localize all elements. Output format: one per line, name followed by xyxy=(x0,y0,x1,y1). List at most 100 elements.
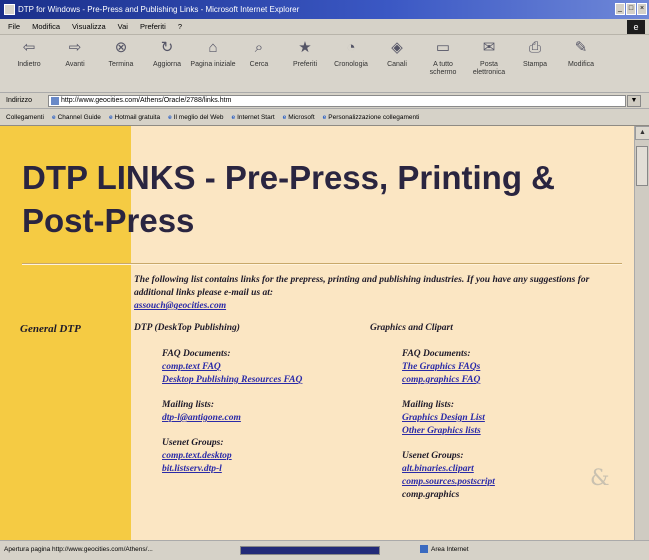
group-heading: Mailing lists: xyxy=(162,400,214,410)
toolbar-button-refresh[interactable]: ↻ Aggiorna xyxy=(144,35,190,91)
toolbar-button-label: Indietro xyxy=(17,61,41,68)
loading-progress-bar xyxy=(240,546,380,555)
toolbar-button-label: Termina xyxy=(108,61,134,68)
links-label: Collegamenti xyxy=(6,114,44,121)
toolbar-button-history[interactable]: ◔ Cronologia xyxy=(328,35,374,91)
maximize-button[interactable]: □ xyxy=(626,3,636,15)
group-spacer xyxy=(402,387,612,399)
menu-bar: File Modifica Visualizza Vai Preferiti ?… xyxy=(0,19,649,35)
menu-preferiti[interactable]: Preferiti xyxy=(140,19,166,34)
contact-email-link[interactable]: assouch@geocities.com xyxy=(134,301,226,311)
toolbar-button-label: Stampa xyxy=(522,61,548,68)
address-bar: Indirizzo http://www.geocities.com/Athen… xyxy=(0,93,649,109)
group-heading: Usenet Groups: xyxy=(402,451,464,461)
scroll-thumb[interactable] xyxy=(636,146,648,186)
forward-arrow-icon: ⇨ xyxy=(68,39,82,56)
page-viewport[interactable]: DTP LINKS - Pre-Press, Printing & Post-P… xyxy=(0,126,634,540)
mail-icon: ✉ xyxy=(482,39,496,56)
menu-file[interactable]: File xyxy=(8,19,20,34)
resource-link[interactable]: comp.graphics FAQ xyxy=(402,374,612,387)
toolbar-button-fullscreen[interactable]: ▭ A tutto schermo xyxy=(420,35,466,91)
favorites-icon: ★ xyxy=(298,39,312,56)
resource-link[interactable]: comp.sources.postscript xyxy=(402,476,612,489)
refresh-icon: ↻ xyxy=(160,39,174,56)
menu-modifica[interactable]: Modifica xyxy=(32,19,60,34)
window-controls: _ □ × xyxy=(615,3,647,15)
resource-link[interactable]: The Graphics FAQs xyxy=(402,361,612,374)
address-label: Indirizzo xyxy=(6,97,33,104)
toolbar-button-label: Preferiti xyxy=(292,61,318,68)
channels-icon: ◈ xyxy=(391,39,403,56)
intro-paragraph: The following list contains links for th… xyxy=(134,275,590,298)
resource-link[interactable]: comp.text.desktop xyxy=(162,450,372,463)
address-dropdown-button[interactable]: ▼ xyxy=(627,95,641,107)
dtp-link-column: FAQ Documents: comp.text FAQ Desktop Publi… xyxy=(162,348,372,476)
security-zone: Area Internet xyxy=(420,541,469,559)
toolbar-button-back-arrow[interactable]: ⇦ Indietro xyxy=(6,35,52,91)
toolbar-button-forward-arrow[interactable]: ⇨ Avanti xyxy=(52,35,98,91)
page-title: DTP LINKS - Pre-Press, Printing & Post-P… xyxy=(22,159,555,239)
page-icon xyxy=(51,97,59,105)
section-label-general-dtp: General DTP xyxy=(20,323,81,335)
back-arrow-icon: ⇦ xyxy=(22,39,36,56)
resource-link[interactable]: alt.binaries.clipart xyxy=(402,463,612,476)
graphics-link-column: FAQ Documents: The Graphics FAQs comp.grap… xyxy=(402,348,612,502)
edit-icon: ✎ xyxy=(574,39,588,56)
stop-icon: ⊗ xyxy=(114,39,128,56)
watermark-glyph-icon: & xyxy=(590,466,610,491)
resource-link[interactable]: dtp-l@antigone.com xyxy=(162,412,372,425)
status-bar: Apertura pagina http://www.geocities.com… xyxy=(0,540,649,560)
group-spacer xyxy=(162,425,372,437)
toolbar-button-home[interactable]: ⌂ Pagina iniziale xyxy=(190,35,236,91)
link-internet-start[interactable]: Internet Start xyxy=(231,109,275,125)
link-channel-guide[interactable]: Channel Guide xyxy=(52,109,101,125)
close-button[interactable]: × xyxy=(637,3,647,15)
minimize-button[interactable]: _ xyxy=(615,3,625,15)
link-microsoft[interactable]: Microsoft xyxy=(283,109,314,125)
resource-link[interactable]: comp.text FAQ xyxy=(162,361,372,374)
menu-help[interactable]: ? xyxy=(178,19,182,34)
link-customize[interactable]: Personalizzazione collegamenti xyxy=(323,109,419,125)
group-heading: Mailing lists: xyxy=(402,400,454,410)
menu-visualizza[interactable]: Visualizza xyxy=(72,19,106,34)
horizontal-rule xyxy=(22,263,622,265)
scroll-up-icon[interactable]: ▲ xyxy=(635,126,649,140)
column-heading-graphics: Graphics and Clipart xyxy=(370,323,453,333)
resource-text: comp.graphics xyxy=(402,490,460,500)
group-spacer xyxy=(402,438,612,450)
toolbar-button-favorites[interactable]: ★ Preferiti xyxy=(282,35,328,91)
search-icon: ⌕ xyxy=(254,39,264,56)
home-icon: ⌂ xyxy=(208,39,218,56)
resource-link[interactable]: bit.listserv.dtp-l xyxy=(162,463,372,476)
toolbar-button-print[interactable]: ⎙ Stampa xyxy=(512,35,558,91)
history-icon: ◔ xyxy=(346,39,356,56)
address-url: http://www.geocities.com/Athens/Oracle/2… xyxy=(61,97,232,104)
resource-link[interactable]: Desktop Publishing Resources FAQ xyxy=(162,374,372,387)
window-title-bar: DTP for Windows - Pre-Press and Publishi… xyxy=(0,0,649,19)
ie-app-icon xyxy=(4,4,15,15)
toolbar-button-search[interactable]: ⌕ Cerca xyxy=(236,35,282,91)
toolbar-button-label: Pagina iniziale xyxy=(190,61,236,68)
toolbar-button-label: Canali xyxy=(387,61,407,68)
toolbar-button-label: Modifica xyxy=(567,61,595,68)
link-hotmail[interactable]: Hotmail gratuita xyxy=(109,109,161,125)
menu-vai[interactable]: Vai xyxy=(118,19,128,34)
vertical-scrollbar[interactable]: ▲ xyxy=(634,126,649,540)
toolbar-button-stop[interactable]: ⊗ Termina xyxy=(98,35,144,91)
window-title: DTP for Windows - Pre-Press and Publishi… xyxy=(18,5,300,14)
link-best-of-web[interactable]: Il meglio del Web xyxy=(168,109,224,125)
toolbar-button-label: A tutto schermo xyxy=(429,61,457,76)
toolbar-button-mail[interactable]: ✉ Posta elettronica xyxy=(466,35,512,91)
ie-logo-icon: e xyxy=(627,20,645,34)
resource-link[interactable]: Graphics Design List xyxy=(402,412,612,425)
group-spacer xyxy=(162,387,372,399)
toolbar-button-edit[interactable]: ✎ Modifica xyxy=(558,35,604,91)
address-input[interactable]: http://www.geocities.com/Athens/Oracle/2… xyxy=(48,95,626,107)
toolbar-button-channels[interactable]: ◈ Canali xyxy=(374,35,420,91)
toolbar-button-label: Cronologia xyxy=(334,61,368,68)
resource-link[interactable]: Other Graphics lists xyxy=(402,425,612,438)
toolbar-button-label: Aggiorna xyxy=(152,61,182,68)
print-icon: ⎙ xyxy=(528,39,541,56)
links-bar: Collegamenti Channel Guide Hotmail gratu… xyxy=(0,109,649,126)
toolbar-button-label: Posta elettronica xyxy=(472,61,506,76)
